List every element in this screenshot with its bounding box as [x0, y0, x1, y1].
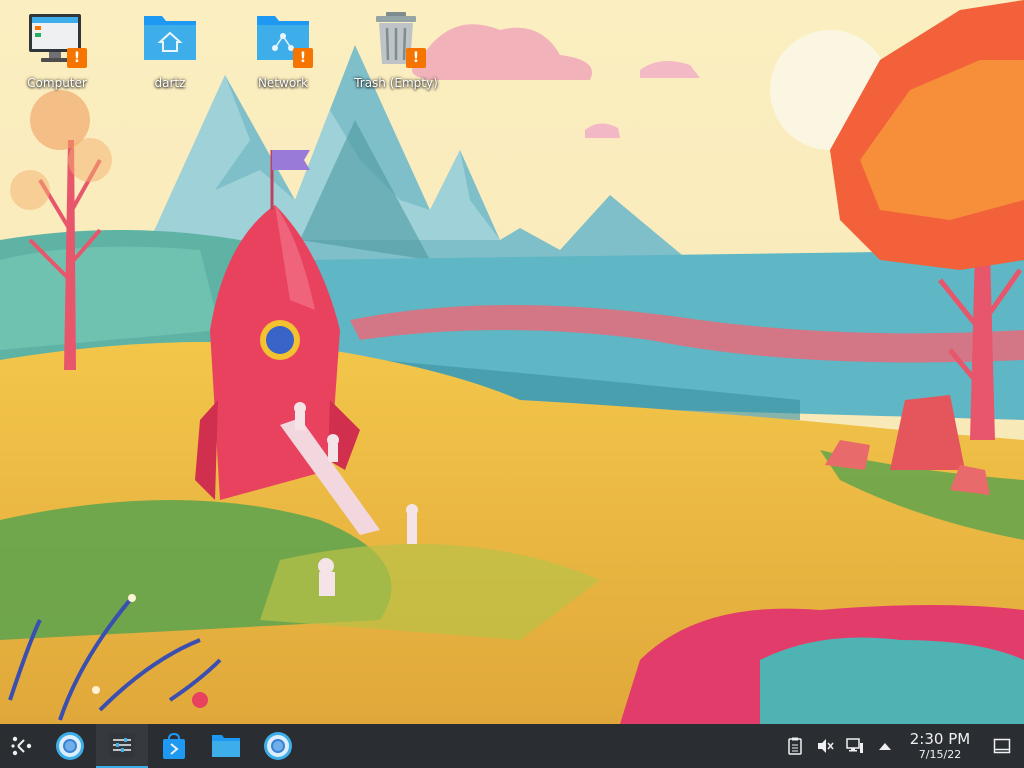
volume-tray-button[interactable]: [810, 724, 840, 768]
home-folder-icon: [138, 6, 202, 70]
task-system-settings[interactable]: [96, 724, 148, 768]
clock-date: 7/15/22: [918, 748, 962, 761]
warning-emblem-icon: !: [293, 48, 313, 68]
desktop-icon-trash[interactable]: ! Trash (Empty): [346, 6, 446, 98]
application-launcher-button[interactable]: [0, 724, 44, 768]
clipboard-tray-button[interactable]: [780, 724, 810, 768]
digital-clock[interactable]: 2:30 PM 7/15/22: [900, 724, 980, 768]
network-folder-icon: !: [251, 6, 315, 70]
task-chromium[interactable]: [44, 724, 96, 768]
settings-sliders-icon: [109, 733, 135, 757]
network-wired-icon: [846, 738, 863, 753]
desktop-icon-label: Trash (Empty): [354, 76, 438, 90]
expand-arrow-icon: [879, 743, 891, 750]
clock-time: 2:30 PM: [909, 730, 971, 748]
network-tray-button[interactable]: [840, 724, 870, 768]
chromium-icon: [264, 732, 292, 760]
desktop-icon-label: Network: [257, 76, 309, 90]
system-tray: 2:30 PM 7/15/22: [780, 724, 1024, 768]
task-file-manager[interactable]: [200, 724, 252, 768]
warning-emblem-icon: !: [67, 48, 87, 68]
folder-icon: [212, 735, 240, 757]
chromium-icon: [56, 732, 84, 760]
desktop-icon-home-folder[interactable]: dartz: [120, 6, 220, 98]
tray-expand-button[interactable]: [870, 724, 900, 768]
show-desktop-icon: [993, 738, 1011, 754]
desktop-icon-label: Computer: [27, 76, 87, 90]
desktop-icon-network[interactable]: ! Network: [233, 6, 333, 98]
task-discover[interactable]: [148, 724, 200, 768]
show-desktop-button[interactable]: [980, 724, 1024, 768]
volume-muted-icon: [818, 739, 834, 753]
desktop-icon-computer[interactable]: ! Computer: [7, 6, 107, 98]
discover-store-icon: [163, 732, 185, 759]
kde-launcher-icon: [11, 736, 32, 756]
taskbar: 2:30 PM 7/15/22: [0, 724, 1024, 768]
desktop[interactable]: ! Computer dartz ! Network ! Trash (Empt…: [0, 0, 1024, 768]
clipboard-icon: [788, 737, 802, 755]
warning-emblem-icon: !: [406, 48, 426, 68]
task-chromium-2[interactable]: [252, 724, 304, 768]
computer-icon: !: [25, 6, 89, 70]
desktop-icon-label: dartz: [154, 76, 186, 90]
wallpaper: [0, 0, 1024, 724]
trash-icon: !: [364, 6, 428, 70]
